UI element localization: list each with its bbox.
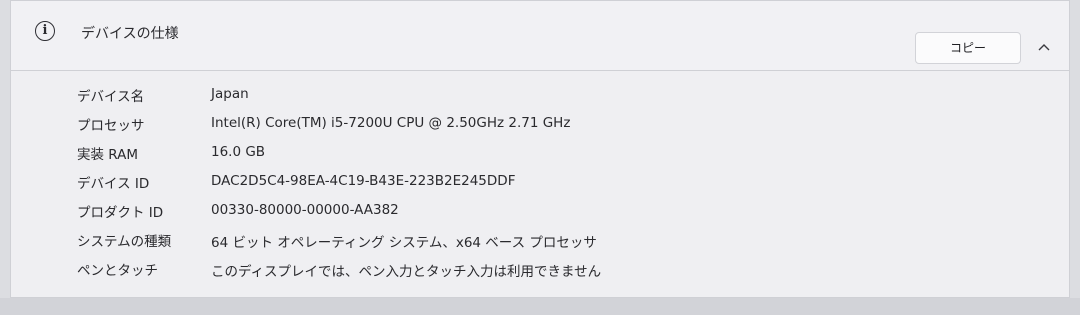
spec-value: このディスプレイでは、ペン入力とタッチ入力は利用できません — [211, 264, 602, 280]
section-title: デバイスの仕様 — [81, 26, 179, 42]
chevron-up-icon[interactable] — [1036, 39, 1052, 55]
spec-label: ペンとタッチ — [77, 263, 158, 279]
spec-label: プロダクト ID — [77, 205, 164, 221]
spec-label: 実装 RAM — [77, 147, 139, 163]
next-section-edge — [0, 298, 1080, 315]
spec-value: 16.0 GB — [211, 144, 266, 160]
spec-value: 64 ビット オペレーティング システム、x64 ベース プロセッサ — [211, 235, 597, 251]
spec-label: プロセッサ — [77, 118, 145, 134]
spec-label: デバイス名 — [77, 89, 145, 105]
copy-button[interactable]: コピー — [915, 32, 1021, 64]
spec-value: Japan — [211, 86, 249, 102]
spec-value: 00330-80000-00000-AA382 — [211, 202, 399, 218]
device-specifications-panel: i デバイスの仕様 コピー デバイス名 Japan プロセッサ Intel(R)… — [10, 0, 1070, 298]
spec-label: システムの種類 — [77, 234, 172, 250]
info-icon: i — [35, 21, 55, 41]
spec-label: デバイス ID — [77, 176, 150, 192]
spec-value: DAC2D5C4-98EA-4C19-B43E-223B2E245DDF — [211, 173, 516, 189]
section-header[interactable]: i デバイスの仕様 コピー — [11, 1, 1069, 71]
spec-value: Intel(R) Core(TM) i5-7200U CPU @ 2.50GHz… — [211, 115, 571, 131]
